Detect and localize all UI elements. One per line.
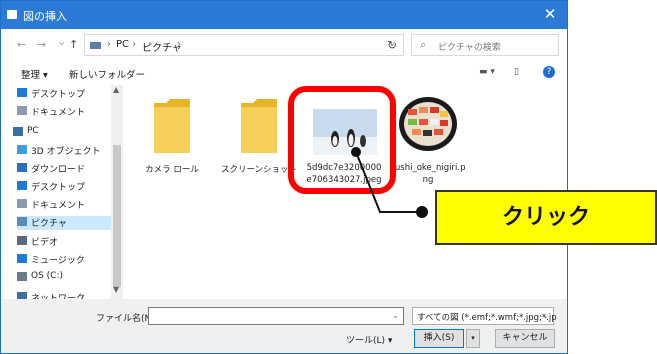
callout-pointer [351,147,428,218]
click-callout: クリック [435,190,657,245]
